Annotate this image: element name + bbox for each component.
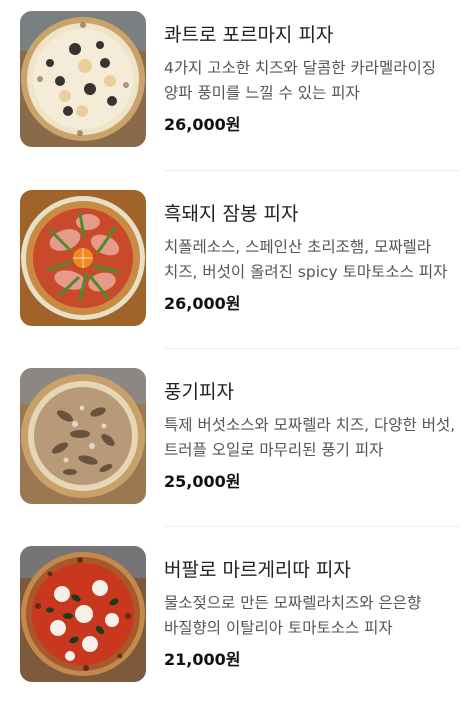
menu-item-description: 4가지 고소한 치즈와 달콤한 카라멜라이징 양파 풍미를 느낄 수 있는 피자 [164, 59, 436, 102]
menu-item[interactable]: 콰트로 포르마지 피자 4가지 고소한 치즈와 달콤한 카라멜라이징 양파 풍미… [0, 0, 474, 178]
menu-item-info: 흑돼지 잠봉 피자 치폴레소스, 스페인산 초리조햄, 모짜렐라 치즈, 버섯이… [164, 202, 464, 315]
menu-item-info: 풍기피자 특제 버섯소스와 모짜렐라 치즈, 다양한 버섯, 트러플 오일로 마… [164, 380, 464, 493]
funghi-pizza-image [20, 368, 146, 504]
menu-item-name: 흑돼지 잠봉 피자 [164, 203, 299, 225]
menu-item[interactable]: 버팔로 마르게리따 피자 물소젖으로 만든 모짜렐라치즈와 은은향 바질향의 이… [0, 534, 474, 712]
menu-item-name: 버팔로 마르게리따 피자 [164, 559, 351, 581]
menu-item-info: 버팔로 마르게리따 피자 물소젖으로 만든 모짜렐라치즈와 은은향 바질향의 이… [164, 558, 464, 671]
menu-item[interactable]: 풍기피자 특제 버섯소스와 모짜렐라 치즈, 다양한 버섯, 트러플 오일로 마… [0, 356, 474, 534]
menu-item-price: 26,000원 [164, 294, 241, 313]
pizza-photo [20, 190, 146, 326]
menu-item-price: 26,000원 [164, 115, 241, 134]
menu-item-price: 25,000원 [164, 472, 241, 491]
menu-item-info: 콰트로 포르마지 피자 4가지 고소한 치즈와 달콤한 카라멜라이징 양파 풍미… [164, 23, 464, 136]
menu-item-description: 특제 버섯소스와 모짜렐라 치즈, 다양한 버섯, 트러플 오일로 마무리된 풍… [164, 416, 456, 459]
buffalo-margherita-pizza-image [20, 546, 146, 682]
black-pork-jambon-pizza-image [20, 190, 146, 326]
menu-list: 콰트로 포르마지 피자 4가지 고소한 치즈와 달콤한 카라멜라이징 양파 풍미… [0, 0, 474, 696]
menu-item-name: 콰트로 포르마지 피자 [164, 24, 334, 46]
quattro-formaggi-pizza-image [20, 11, 146, 147]
divider [164, 526, 460, 527]
pizza-photo [20, 11, 146, 147]
menu-item-name: 풍기피자 [164, 381, 234, 403]
pizza-photo [20, 368, 146, 504]
divider [164, 348, 460, 349]
menu-item-description: 물소젖으로 만든 모짜렐라치즈와 은은향 바질향의 이탈리아 토마토소스 피자 [164, 594, 422, 637]
menu-item[interactable]: 흑돼지 잠봉 피자 치폴레소스, 스페인산 초리조햄, 모짜렐라 치즈, 버섯이… [0, 178, 474, 356]
pizza-photo [20, 546, 146, 682]
menu-item-description: 치폴레소스, 스페인산 초리조햄, 모짜렐라 치즈, 버섯이 올려진 spicy… [164, 238, 448, 281]
divider [164, 170, 460, 171]
menu-item-price: 21,000원 [164, 650, 241, 669]
